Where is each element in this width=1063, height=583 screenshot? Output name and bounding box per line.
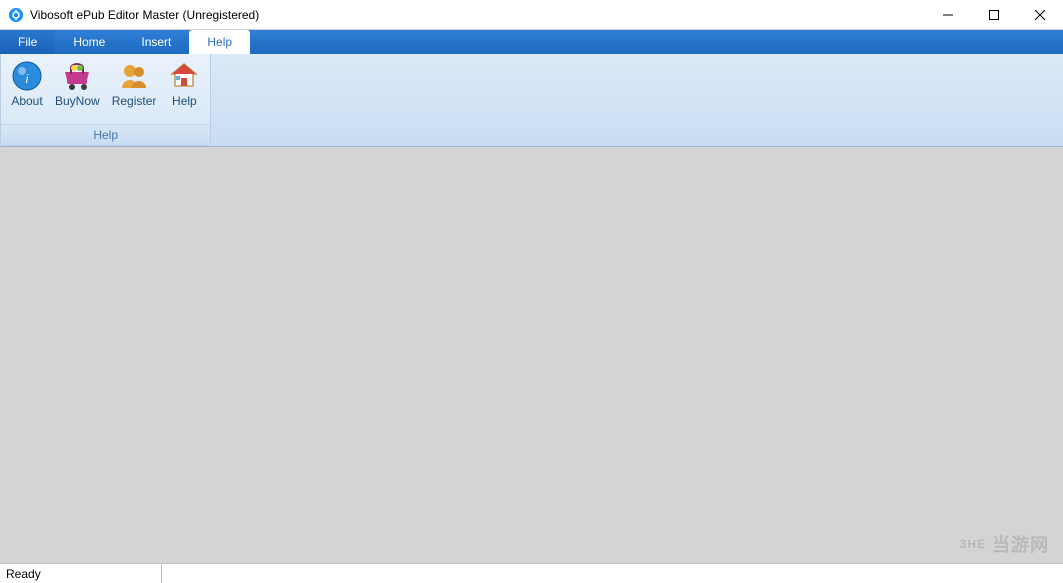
tab-home[interactable]: Home xyxy=(55,30,123,54)
help-button[interactable]: Help xyxy=(162,58,206,124)
watermark: 3HE 当游网 xyxy=(960,531,1049,557)
window-title: Vibosoft ePub Editor Master (Unregistere… xyxy=(30,8,259,22)
statusbar: Ready xyxy=(0,563,1063,583)
users-icon xyxy=(118,60,150,92)
close-button[interactable] xyxy=(1017,0,1063,30)
status-ready: Ready xyxy=(6,564,162,583)
titlebar: Vibosoft ePub Editor Master (Unregistere… xyxy=(0,0,1063,30)
ribbon-tabstrip: File Home Insert Help xyxy=(0,30,1063,54)
tab-file[interactable]: File xyxy=(0,30,55,54)
tab-help[interactable]: Help xyxy=(189,30,250,54)
minimize-button[interactable] xyxy=(925,0,971,30)
ribbon-group-buttons: i About BuyNow xyxy=(1,54,210,124)
tab-home-label: Home xyxy=(73,35,105,49)
watermark-text: 当游网 xyxy=(992,531,1049,557)
about-button[interactable]: i About xyxy=(5,58,49,124)
tab-help-label: Help xyxy=(207,35,232,49)
tab-file-label: File xyxy=(18,35,37,49)
info-icon: i xyxy=(11,60,43,92)
window-controls xyxy=(925,0,1063,30)
status-ready-label: Ready xyxy=(6,567,41,581)
about-label: About xyxy=(11,94,42,108)
ribbon-body: i About BuyNow xyxy=(0,54,1063,147)
maximize-button[interactable] xyxy=(971,0,1017,30)
register-button[interactable]: Register xyxy=(106,58,163,124)
ribbon-group-title: Help xyxy=(1,124,210,145)
tab-insert-label: Insert xyxy=(141,35,171,49)
buynow-button[interactable]: BuyNow xyxy=(49,58,106,124)
help-label: Help xyxy=(172,94,197,108)
app-icon xyxy=(8,7,24,23)
tab-insert[interactable]: Insert xyxy=(123,30,189,54)
buynow-label: BuyNow xyxy=(55,94,100,108)
svg-text:i: i xyxy=(26,72,29,86)
watermark-brand: 3HE xyxy=(960,537,986,551)
home-help-icon xyxy=(168,60,200,92)
content-area: 3HE 当游网 xyxy=(0,147,1063,563)
cart-icon xyxy=(61,60,93,92)
ribbon-group-help: i About BuyNow xyxy=(0,54,211,146)
register-label: Register xyxy=(112,94,157,108)
